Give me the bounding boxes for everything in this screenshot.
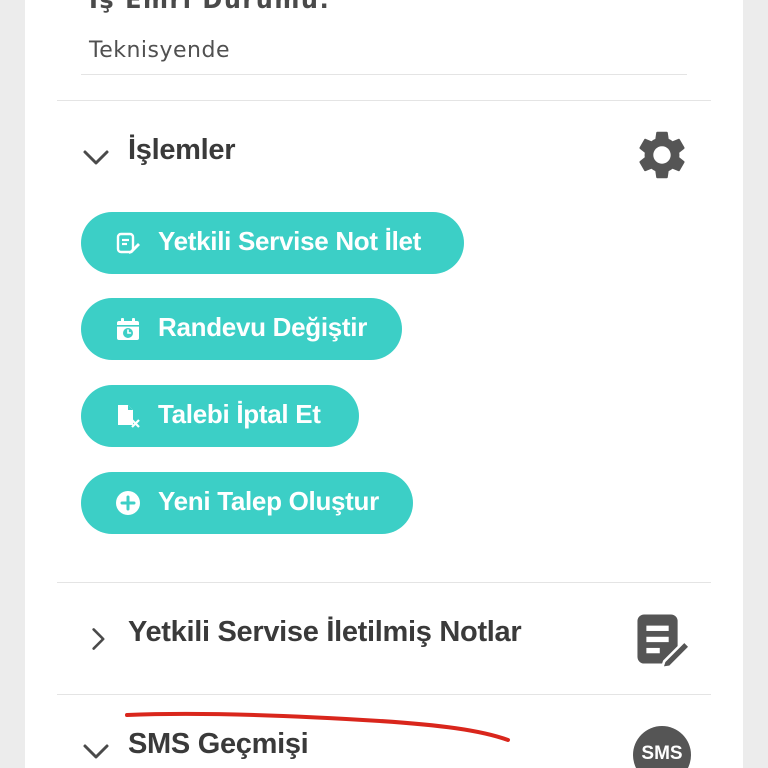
plus-circle-icon [116, 491, 140, 515]
calendar-clock-icon [117, 318, 139, 340]
sms-icon[interactable]: SMS [633, 726, 691, 768]
cancel-request-label: Talebi İptal Et [158, 399, 321, 429]
sms-title: SMS Geçmişi [128, 728, 309, 760]
operations-title: İşlemler [128, 134, 236, 166]
cancel-request-button[interactable]: Talebi İptal Et [81, 385, 359, 447]
change-appointment-button[interactable]: Randevu Değiştir [81, 298, 402, 360]
note-edit-icon [116, 232, 140, 254]
chevron-down-icon [83, 744, 109, 759]
divider [57, 694, 711, 695]
chevron-down-icon [83, 150, 109, 165]
file-cancel-icon [118, 405, 140, 428]
divider [57, 582, 711, 583]
notes-title: Yetkili Servise İletilmiş Notlar [128, 616, 522, 648]
divider [57, 100, 711, 101]
status-label: İş Emri Durumu: [89, 0, 331, 14]
send-note-button[interactable]: Yetkili Servise Not İlet [81, 212, 464, 274]
note-edit-icon[interactable] [633, 610, 691, 668]
work-order-card: İş Emri Durumu: Teknisyende İşlemler Yet… [25, 0, 743, 768]
sms-badge-label: SMS [641, 743, 683, 764]
sms-section-header[interactable]: SMS Geçmişi SMS [81, 720, 691, 768]
status-value: Teknisyende [89, 38, 230, 63]
notes-section-header[interactable]: Yetkili Servise İletilmiş Notlar [81, 608, 691, 668]
operations-section-header[interactable]: İşlemler [81, 126, 691, 186]
new-request-button[interactable]: Yeni Talep Oluştur [81, 472, 413, 534]
change-appointment-label: Randevu Değiştir [158, 312, 368, 342]
work-order-status: İş Emri Durumu: Teknisyende [81, 0, 687, 75]
new-request-label: Yeni Talep Oluştur [158, 486, 379, 516]
gear-icon[interactable] [633, 126, 691, 184]
chevron-right-icon [92, 628, 105, 650]
send-note-label: Yetkili Servise Not İlet [158, 226, 422, 256]
